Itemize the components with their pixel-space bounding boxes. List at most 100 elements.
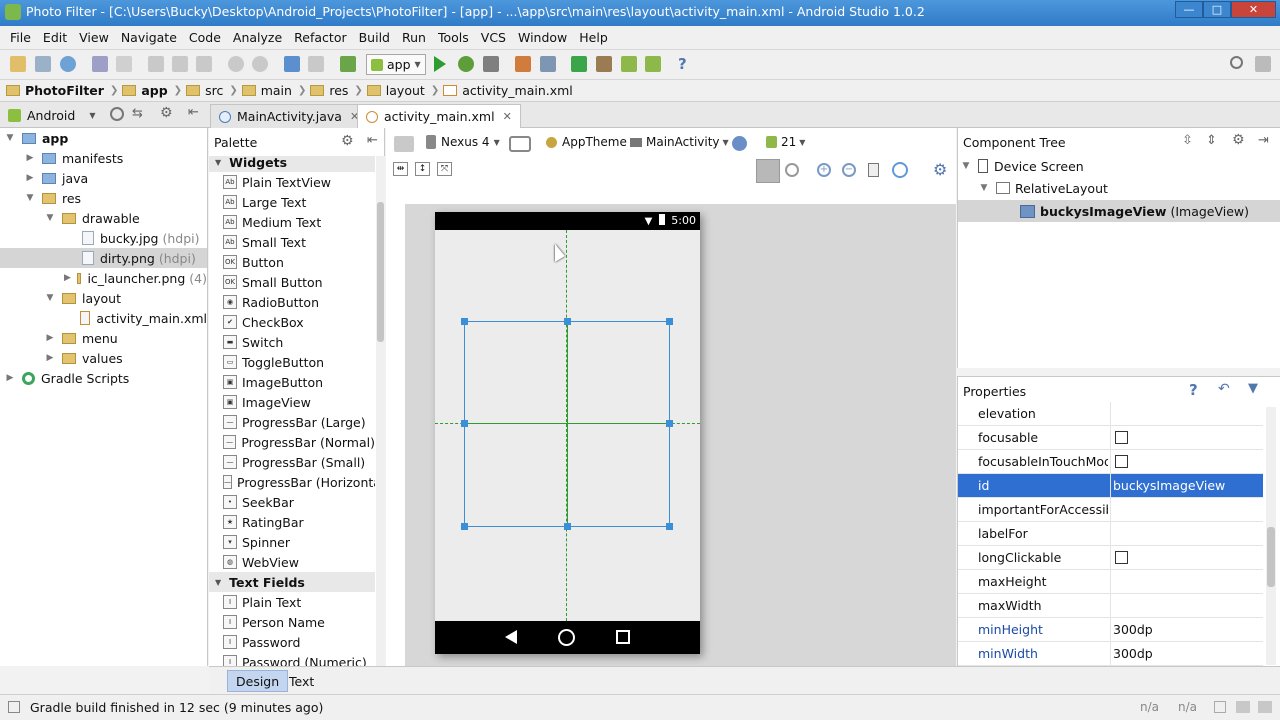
cut-icon[interactable] bbox=[148, 56, 164, 72]
palette-item-imagebutton[interactable]: ▣ ImageButton bbox=[209, 372, 375, 392]
resize-handle[interactable] bbox=[461, 523, 468, 530]
property-checkbox[interactable] bbox=[1115, 455, 1128, 468]
palette-item-plain-text[interactable]: I Plain Text bbox=[209, 592, 375, 612]
properties-scrollbar[interactable] bbox=[1266, 407, 1276, 665]
close-button[interactable]: ✕ bbox=[1231, 1, 1276, 18]
tree-node-device-screen[interactable]: ▼ Device Screen bbox=[958, 156, 1280, 176]
zoom-actual-icon[interactable] bbox=[785, 163, 799, 177]
open-folder-icon[interactable] bbox=[10, 56, 26, 72]
collapse-arrow-icon[interactable]: ▼ bbox=[215, 578, 221, 587]
run-icon[interactable] bbox=[434, 56, 446, 72]
expand-arrow-icon[interactable]: ▼ bbox=[960, 161, 972, 171]
locale-icon[interactable] bbox=[732, 136, 747, 151]
property-row-focusableintouchmode[interactable]: focusableInTouchMode bbox=[958, 450, 1263, 474]
palette-item-seekbar[interactable]: • SeekBar bbox=[209, 492, 375, 512]
expand-all-icon[interactable]: ⇳ bbox=[1182, 133, 1193, 148]
paste-icon[interactable] bbox=[196, 56, 212, 72]
sdk-manager-icon[interactable] bbox=[540, 56, 556, 72]
screenshot-icon[interactable] bbox=[868, 163, 879, 177]
property-row-elevation[interactable]: elevation bbox=[958, 402, 1263, 426]
image-view-bounds[interactable] bbox=[461, 318, 673, 530]
tree-node-relativelayout[interactable]: ▼ RelativeLayout bbox=[978, 178, 1280, 198]
palette-item-imageview[interactable]: ▣ ImageView bbox=[209, 392, 375, 412]
tree-item-menu[interactable]: ▶ menu bbox=[0, 328, 207, 348]
palette-item-progressbar-small-[interactable]: — ProgressBar (Small) bbox=[209, 452, 375, 472]
project-structure-icon[interactable] bbox=[515, 56, 531, 72]
activity-select[interactable]: MainActivity ▼ bbox=[630, 135, 729, 149]
property-checkbox[interactable] bbox=[1115, 551, 1128, 564]
property-row-id[interactable]: id buckysImageView bbox=[958, 474, 1263, 498]
expand-arrow-icon[interactable]: ▶ bbox=[64, 273, 71, 283]
expand-arrow-icon[interactable]: ▼ bbox=[978, 183, 990, 193]
property-value[interactable]: 300dp bbox=[1113, 622, 1153, 637]
property-row-importantforaccessibility[interactable]: importantForAccessibility bbox=[958, 498, 1263, 522]
device-preview[interactable]: ▼ 5:00 bbox=[435, 212, 700, 654]
copy-icon[interactable] bbox=[172, 56, 188, 72]
property-row-longclickable[interactable]: longClickable bbox=[958, 546, 1263, 570]
back-arrow-icon[interactable] bbox=[284, 56, 300, 72]
zoom-in-icon[interactable]: + bbox=[817, 163, 831, 177]
tree-item-res[interactable]: ▼ res bbox=[0, 188, 207, 208]
property-row-focusable[interactable]: focusable bbox=[958, 426, 1263, 450]
zoom-fit-icon[interactable] bbox=[756, 159, 780, 183]
tab-activity-main-xml[interactable]: activity_main.xml ✕ bbox=[357, 104, 521, 128]
run-config-select[interactable]: app ▼ bbox=[366, 54, 426, 75]
menu-window[interactable]: Window bbox=[512, 30, 573, 45]
palette-item-button[interactable]: OK Button bbox=[209, 252, 375, 272]
fit-height-icon[interactable]: ↕ bbox=[415, 162, 430, 176]
hide-panel-icon[interactable]: ⇤ bbox=[367, 133, 378, 148]
breadcrumb-item[interactable]: PhotoFilter ❯ bbox=[6, 83, 118, 98]
menu-analyze[interactable]: Analyze bbox=[227, 30, 288, 45]
palette-item-medium-text[interactable]: Ab Medium Text bbox=[209, 212, 375, 232]
palette-item-switch[interactable]: ▬ Switch bbox=[209, 332, 375, 352]
resize-handle[interactable] bbox=[666, 523, 673, 530]
palette-item-ratingbar[interactable]: ★ RatingBar bbox=[209, 512, 375, 532]
palette-item-radiobutton[interactable]: ◉ RadioButton bbox=[209, 292, 375, 312]
menu-file[interactable]: File bbox=[4, 30, 37, 45]
palette-item-checkbox[interactable]: ✔ CheckBox bbox=[209, 312, 375, 332]
breadcrumb-item[interactable]: src ❯ bbox=[186, 83, 238, 98]
close-tab-icon[interactable]: ✕ bbox=[503, 110, 512, 123]
menu-run[interactable]: Run bbox=[396, 30, 432, 45]
lock-icon[interactable] bbox=[1214, 701, 1226, 713]
menu-build[interactable]: Build bbox=[353, 30, 396, 45]
replace-icon[interactable] bbox=[252, 56, 268, 72]
resize-handle[interactable] bbox=[666, 420, 673, 427]
search-icon[interactable] bbox=[1230, 56, 1243, 69]
forward-arrow-icon[interactable] bbox=[308, 56, 324, 72]
scrollbar-thumb[interactable] bbox=[1267, 527, 1275, 587]
palette-item-progressbar-horizontal-[interactable]: — ProgressBar (Horizontal) bbox=[209, 472, 375, 492]
palette-scrollbar[interactable] bbox=[376, 156, 385, 666]
help-icon[interactable]: ? bbox=[1189, 381, 1198, 399]
palette-item-password-numeric-[interactable]: I Password (Numeric) bbox=[209, 652, 375, 666]
collapse-arrow-icon[interactable]: ▼ bbox=[215, 158, 221, 167]
tree-node-imageview[interactable]: buckysImageView (ImageView) bbox=[958, 200, 1280, 222]
tree-item-manifests[interactable]: ▶ manifests bbox=[0, 148, 207, 168]
menu-tools[interactable]: Tools bbox=[432, 30, 475, 45]
gradle-sync-icon[interactable] bbox=[571, 56, 587, 72]
property-row-minheight[interactable]: minHeight 300dp bbox=[958, 618, 1263, 642]
minimize-button[interactable]: — bbox=[1175, 1, 1203, 18]
palette-item-togglebutton[interactable]: ▭ ToggleButton bbox=[209, 352, 375, 372]
gear-icon[interactable]: ⚙ bbox=[933, 160, 947, 179]
gear-icon[interactable]: ⚙ bbox=[1232, 132, 1245, 148]
event-log-icon[interactable] bbox=[1258, 701, 1272, 713]
property-row-maxheight[interactable]: maxHeight bbox=[958, 570, 1263, 594]
palette-item-password[interactable]: I Password bbox=[209, 632, 375, 652]
save-icon[interactable] bbox=[35, 56, 51, 72]
tree-item-values[interactable]: ▶ values bbox=[0, 348, 207, 368]
expand-arrow-icon[interactable]: ▶ bbox=[44, 333, 56, 343]
tree-item-bucky-jpg[interactable]: bucky.jpg (hdpi) bbox=[0, 228, 207, 248]
resize-handle[interactable] bbox=[461, 420, 468, 427]
expand-arrow-icon[interactable]: ▶ bbox=[24, 173, 36, 183]
help-icon[interactable]: ? bbox=[678, 55, 687, 73]
undo-icon[interactable] bbox=[92, 56, 108, 72]
palette-category-text-fields[interactable]: ▼ Text Fields bbox=[209, 572, 375, 592]
zoom-out-icon[interactable]: − bbox=[842, 163, 856, 177]
collapse-all-icon[interactable]: ⇕ bbox=[1206, 133, 1217, 148]
menu-code[interactable]: Code bbox=[183, 30, 227, 45]
layout-options-icon[interactable]: ⤧ bbox=[437, 162, 452, 176]
attach-debugger-icon[interactable] bbox=[483, 56, 499, 72]
hide-panel-icon[interactable]: ⇥ bbox=[1258, 133, 1269, 148]
resize-handle[interactable] bbox=[666, 318, 673, 325]
